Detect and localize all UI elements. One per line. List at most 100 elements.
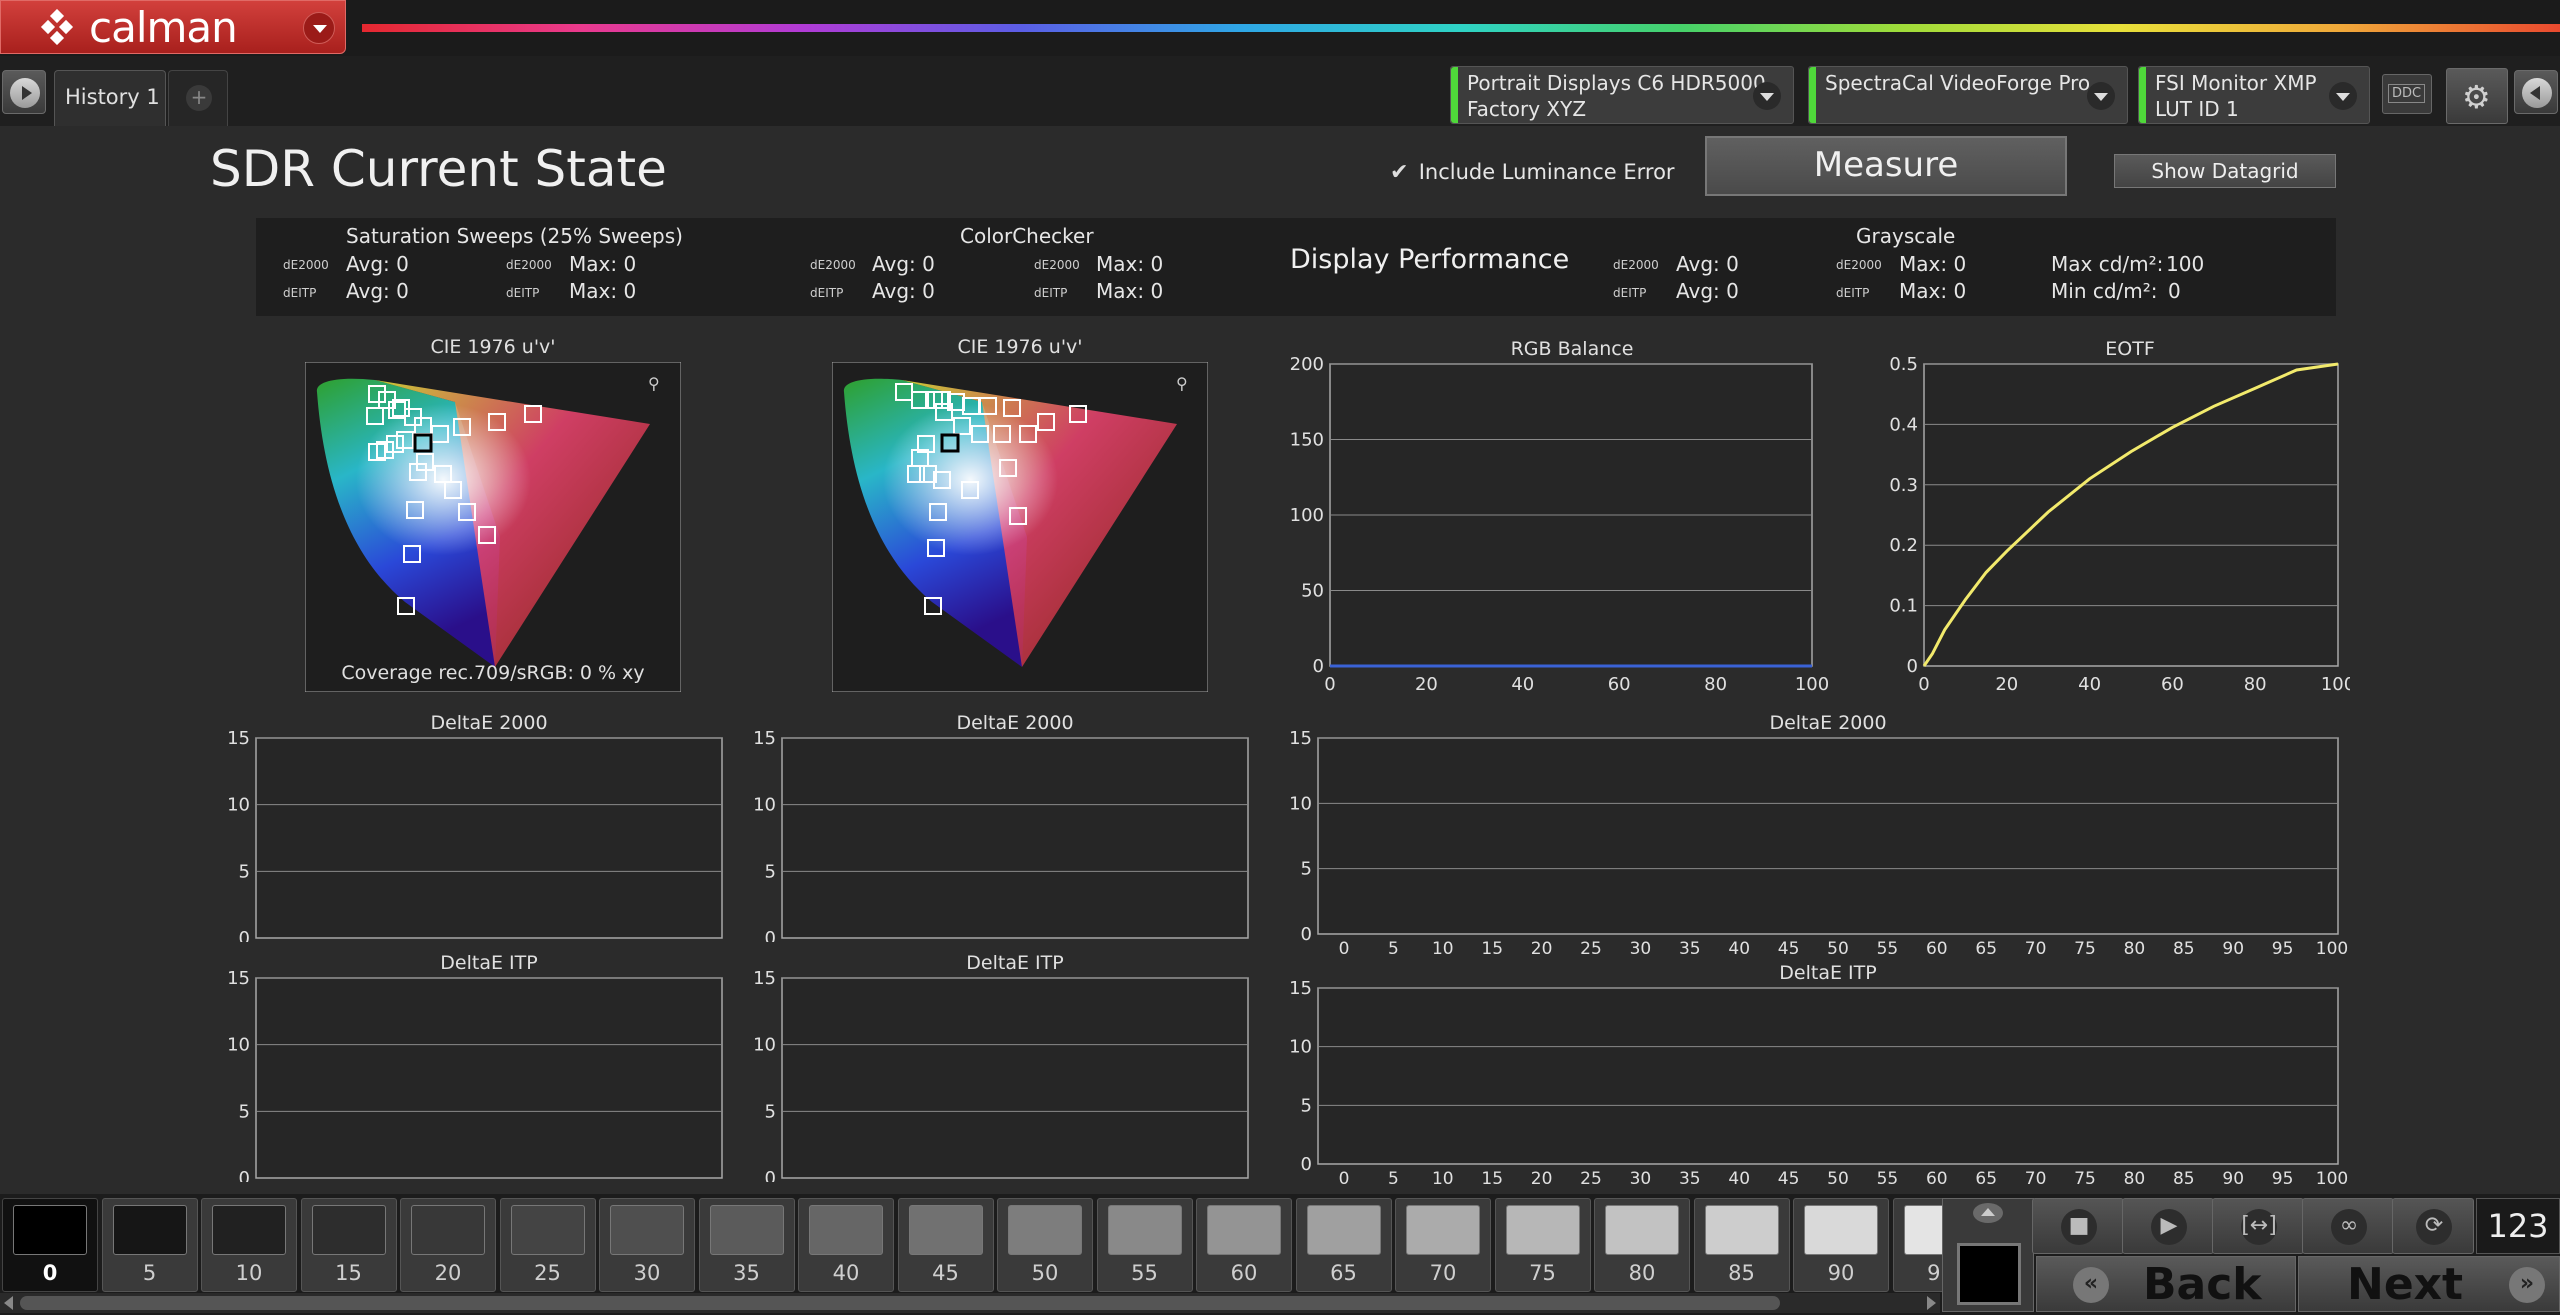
chevron-down-icon[interactable] <box>2329 82 2357 110</box>
y-tick-label: 5 <box>765 861 776 882</box>
gs-max-itp: Max: 0 <box>1899 279 1967 303</box>
x-tick-label: 80 <box>1704 674 1727 695</box>
patch-scrollbar[interactable] <box>0 1293 1940 1313</box>
sat-max-2000: Max: 0 <box>569 252 637 276</box>
x-tick-label: 20 <box>1531 939 1553 959</box>
x-tick-label: 20 <box>1995 674 2018 695</box>
patch-80[interactable]: 80 <box>1594 1198 1690 1292</box>
y-tick-label: 10 <box>227 795 250 816</box>
deltaeitp-colorchecker-chart: 0 5 10 15 <box>753 970 1249 1182</box>
patch-label: 50 <box>1031 1261 1059 1285</box>
patch-label: 25 <box>534 1261 561 1285</box>
plot-area <box>1923 363 2339 667</box>
patch-10[interactable]: 10 <box>201 1198 297 1292</box>
patch-0[interactable]: 0 <box>2 1198 98 1292</box>
patch-90[interactable]: 90 <box>1793 1198 1889 1292</box>
patch-30[interactable]: 30 <box>599 1198 695 1292</box>
source-device-selector[interactable]: SpectraCal VideoForge Pro <box>1808 66 2128 124</box>
y-tick-label: 200 <box>1290 356 1324 375</box>
x-tick-label: 45 <box>1778 939 1800 959</box>
deitp-tag: dEITP <box>283 286 317 300</box>
ddc-button[interactable]: DDC <box>2382 74 2432 114</box>
chevron-down-icon[interactable] <box>1753 82 1781 110</box>
deltae2000-colorchecker-chart: 0 5 10 15 <box>753 730 1249 942</box>
scroll-thumb[interactable] <box>20 1296 1780 1310</box>
calman-logo-menu[interactable]: calman <box>0 0 346 54</box>
patch-60[interactable]: 60 <box>1196 1198 1292 1292</box>
max-cd-value: 100 <box>2166 252 2205 276</box>
y-tick-label: 10 <box>753 795 776 816</box>
chevron-up-icon[interactable] <box>1973 1203 2003 1223</box>
y-tick-label: 0 <box>1301 924 1312 945</box>
patch-15[interactable]: 15 <box>300 1198 397 1292</box>
scroll-left-icon[interactable] <box>4 1296 13 1310</box>
patch-25[interactable]: 25 <box>499 1198 596 1292</box>
cc-max-itp: Max: 0 <box>1096 279 1164 303</box>
de2000-tag: dE2000 <box>1034 258 1080 272</box>
x-tick-label: 85 <box>2173 1169 2195 1189</box>
cie-diagram-colorchecker <box>832 362 1208 692</box>
brand-name: calman <box>89 3 238 52</box>
x-tick-label: 70 <box>2025 939 2047 959</box>
de2000-tag: dE2000 <box>810 258 856 272</box>
y-tick-label: 15 <box>753 730 776 749</box>
scroll-right-icon[interactable] <box>1927 1296 1936 1310</box>
zoom-icon[interactable]: ⚲ <box>1176 374 1188 393</box>
y-tick-label: 10 <box>1289 1037 1312 1058</box>
x-tick-label: 55 <box>1877 939 1899 959</box>
x-tick-label: 5 <box>1388 939 1399 959</box>
show-datagrid-button[interactable]: Show Datagrid <box>2114 154 2336 188</box>
patch-label: 75 <box>1529 1261 1556 1285</box>
x-tick-label: 90 <box>2222 1169 2244 1189</box>
checkmark-icon: ✔ <box>1390 160 1409 185</box>
current-patch-preview[interactable] <box>1942 1198 2034 1312</box>
patch-75[interactable]: 75 <box>1494 1198 1591 1292</box>
patch-label: 0 <box>42 1261 58 1285</box>
x-tick-label: 25 <box>1580 939 1602 959</box>
add-tab-button[interactable]: + <box>168 70 228 126</box>
app-menu-dropdown-icon[interactable] <box>303 12 335 44</box>
patch-label: 20 <box>434 1261 462 1285</box>
back-button[interactable]: « Back <box>2036 1256 2296 1312</box>
x-tick-label: 85 <box>2173 939 2195 959</box>
include-luminance-checkbox[interactable]: ✔ Include Luminance Error <box>1390 160 1675 185</box>
loop-button[interactable]: ∞ <box>2302 1198 2394 1254</box>
measure-button[interactable]: Measure <box>1705 136 2067 196</box>
patch-swatch <box>1406 1205 1480 1255</box>
patch-35[interactable]: 35 <box>698 1198 795 1292</box>
patch-20[interactable]: 20 <box>400 1198 496 1292</box>
expand-panel-button[interactable] <box>2 70 46 114</box>
de2000-tag: dE2000 <box>283 258 329 272</box>
meter-device-selector[interactable]: Portrait Displays C6 HDR5000 Factory XYZ <box>1450 66 1794 124</box>
patch-55[interactable]: 55 <box>1096 1198 1193 1292</box>
x-tick-label: 100 <box>2321 674 2350 695</box>
patch-45[interactable]: 45 <box>897 1198 994 1292</box>
x-tick-label: 100 <box>2316 939 2348 959</box>
collapse-panel-button[interactable] <box>2514 70 2558 114</box>
y-tick-label: 100 <box>1290 505 1324 526</box>
next-button[interactable]: Next » <box>2298 1256 2560 1312</box>
fit-button[interactable]: [↔] <box>2212 1198 2304 1254</box>
tab-history-1[interactable]: History 1 <box>54 70 166 126</box>
x-tick-label: 30 <box>1630 1169 1652 1189</box>
patch-65[interactable]: 65 <box>1295 1198 1392 1292</box>
zoom-icon[interactable]: ⚲ <box>648 374 660 393</box>
patch-40[interactable]: 40 <box>798 1198 894 1292</box>
patch-5[interactable]: 5 <box>101 1198 198 1292</box>
refresh-button[interactable]: ⟳ <box>2392 1198 2474 1254</box>
settings-button[interactable]: ⚙ <box>2446 68 2508 124</box>
patch-50[interactable]: 50 <box>997 1198 1093 1292</box>
play-button[interactable]: ▶ <box>2122 1198 2214 1254</box>
display-device-selector[interactable]: FSI Monitor XMP LUT ID 1 <box>2138 66 2370 124</box>
patch-70[interactable]: 70 <box>1395 1198 1491 1292</box>
patch-swatch <box>212 1205 286 1255</box>
deitp-tag: dEITP <box>1836 286 1870 300</box>
patch-swatch <box>1107 1205 1182 1255</box>
fit-bracket-icon: [↔] <box>2241 1213 2277 1238</box>
refresh-icon: ⟳ <box>2424 1213 2444 1238</box>
patch-85[interactable]: 85 <box>1693 1198 1790 1292</box>
cc-max-2000: Max: 0 <box>1096 252 1164 276</box>
rgb-balance-chart: 0 50 100 150 200 0 20 40 60 80 100 <box>1290 356 1829 695</box>
stop-button[interactable]: ■ <box>2032 1198 2124 1254</box>
chevron-down-icon[interactable] <box>2087 82 2115 110</box>
